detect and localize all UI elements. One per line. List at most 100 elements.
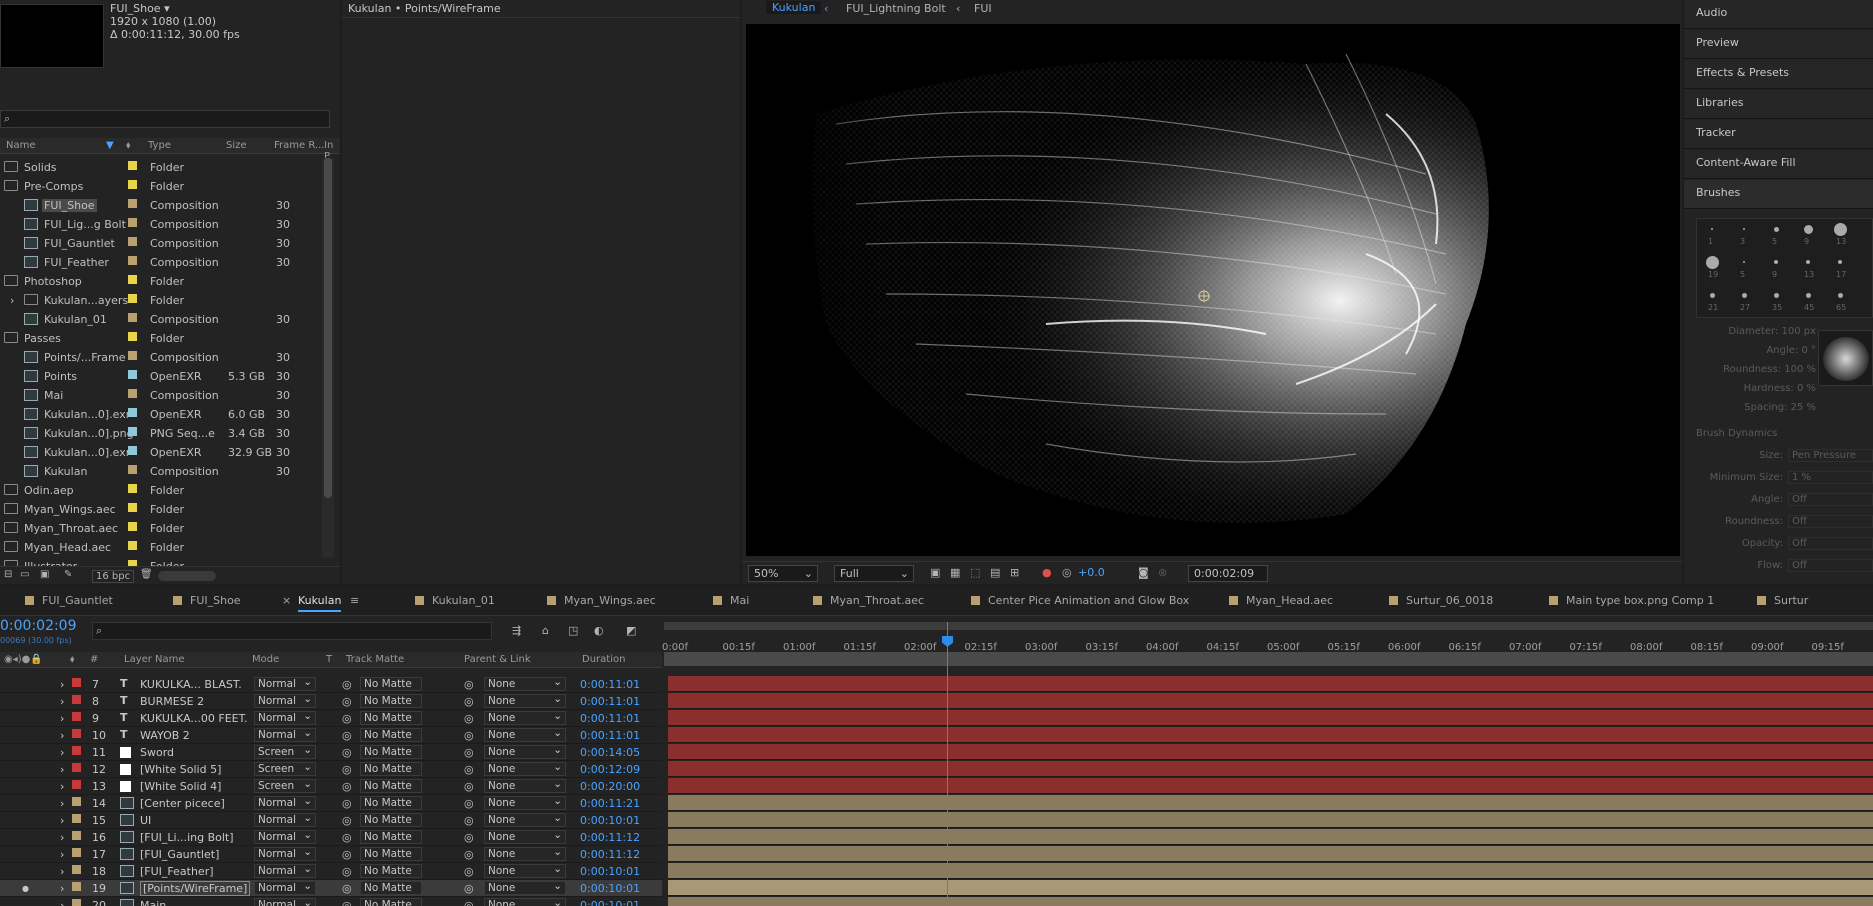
layer-label-swatch[interactable]: [72, 797, 81, 806]
work-area-bar[interactable]: [664, 622, 1873, 630]
col-mode[interactable]: Mode: [252, 654, 279, 665]
label-swatch[interactable]: [128, 484, 137, 493]
expand-chevron-icon[interactable]: ›: [10, 294, 14, 307]
label-swatch[interactable]: [128, 332, 137, 341]
layer-label-swatch[interactable]: [72, 729, 81, 738]
blend-mode-select[interactable]: Normal ⌄: [254, 812, 316, 827]
time-navigator[interactable]: [664, 652, 1873, 666]
expand-chevron-icon[interactable]: ›: [60, 746, 64, 759]
timeline-tab[interactable]: Myan_Wings.aec: [564, 594, 656, 607]
layer-duration[interactable]: 0:00:11:21: [580, 797, 640, 810]
parent-select[interactable]: None ⌄: [484, 744, 566, 759]
parent-select[interactable]: None ⌄: [484, 693, 566, 708]
project-item[interactable]: Kukulan...0].png PNG Seq...e 3.4 GB 30: [0, 424, 322, 443]
matte-link-icon[interactable]: ◎: [342, 729, 352, 742]
expand-chevron-icon[interactable]: ›: [60, 695, 64, 708]
brush-prop-value[interactable]: 25 %: [1791, 402, 1816, 413]
parent-select[interactable]: None ⌄: [484, 880, 566, 895]
parent-select[interactable]: None ⌄: [484, 812, 566, 827]
close-icon[interactable]: ×: [282, 594, 291, 607]
parent-pickwhip-icon[interactable]: ◎: [464, 882, 474, 895]
label-swatch[interactable]: [128, 408, 137, 417]
draft-3d-icon[interactable]: ⌂: [542, 624, 549, 637]
layer-name[interactable]: [Center picece]: [140, 797, 225, 810]
matte-link-icon[interactable]: ◎: [342, 865, 352, 878]
layer-row[interactable]: 18 › [FUI_Feather] Normal ⌄ ◎ No Matte ◎ None ⌄ 0…: [0, 863, 662, 880]
track-matte-select[interactable]: No Matte: [360, 728, 422, 742]
parent-select[interactable]: None ⌄: [484, 795, 566, 810]
brush-dynamic-select[interactable]: Off: [1788, 537, 1873, 550]
project-item[interactable]: Myan_Wings.aec Folder: [0, 500, 322, 519]
timeline-tab[interactable]: FUI_Gauntlet: [42, 594, 113, 607]
layer-duration[interactable]: 0:00:10:01: [580, 882, 640, 895]
mask-path-icon[interactable]: ⬚: [970, 566, 980, 579]
track-matte-select[interactable]: No Matte: [360, 745, 422, 759]
brush-dynamic-select[interactable]: Off: [1788, 515, 1873, 528]
resolution-select[interactable]: Full ⌄: [834, 565, 914, 582]
layer-duration-bar[interactable]: [668, 710, 1873, 726]
project-item[interactable]: Photoshop Folder: [0, 272, 322, 291]
parent-pickwhip-icon[interactable]: ◎: [464, 746, 474, 759]
brush-prop-value[interactable]: 0 %: [1797, 383, 1816, 394]
frame-blending-icon[interactable]: ◐: [594, 624, 604, 637]
project-item[interactable]: Kukulan_01 Composition 30: [0, 310, 322, 329]
layer-name[interactable]: KUKULKA... BLAST.: [140, 678, 242, 691]
col-t[interactable]: T: [326, 654, 332, 665]
layer-row[interactable]: 9 › T KUKULKA...00 FEET. Normal ⌄ ◎ No Matte ◎ N…: [0, 710, 662, 727]
project-item[interactable]: Kukulan...0].exr OpenEXR 32.9 GB 30: [0, 443, 322, 462]
blend-mode-select[interactable]: Screen ⌄: [254, 778, 316, 793]
blend-mode-select[interactable]: Normal ⌄: [254, 829, 316, 844]
layer-duration-bar[interactable]: [668, 863, 1873, 879]
current-time[interactable]: 0:00:02:09: [0, 618, 77, 634]
layer-label-swatch[interactable]: [72, 831, 81, 840]
layer-duration[interactable]: 0:00:12:09: [580, 763, 640, 776]
project-hscroll[interactable]: [158, 571, 216, 581]
expand-chevron-icon[interactable]: ›: [60, 848, 64, 861]
label-swatch[interactable]: [128, 294, 137, 303]
blend-mode-select[interactable]: Normal ⌄: [254, 727, 316, 742]
matte-link-icon[interactable]: ◎: [342, 797, 352, 810]
label-swatch[interactable]: [128, 465, 137, 474]
matte-link-icon[interactable]: ◎: [342, 780, 352, 793]
track-matte-select[interactable]: No Matte: [360, 864, 422, 878]
label-swatch[interactable]: [128, 237, 137, 246]
interpret-footage-icon[interactable]: ⊟: [4, 569, 12, 580]
shy-layers-icon[interactable]: ◳: [568, 624, 578, 637]
layer-name[interactable]: WAYOB 2: [140, 729, 190, 742]
blend-mode-select[interactable]: Normal ⌄: [254, 863, 316, 878]
new-folder-icon[interactable]: ▭: [20, 569, 29, 580]
composition-flowchart-icon[interactable]: ⇶: [512, 624, 521, 637]
composition-canvas[interactable]: [746, 24, 1680, 556]
panel-effects-presets[interactable]: Effects & Presets: [1684, 60, 1873, 89]
expand-chevron-icon[interactable]: ›: [60, 780, 64, 793]
layer-label-swatch[interactable]: [72, 899, 81, 906]
layer-label-swatch[interactable]: [72, 865, 81, 874]
parent-select[interactable]: None ⌄: [484, 727, 566, 742]
label-swatch[interactable]: [128, 427, 137, 436]
blend-mode-select[interactable]: Screen ⌄: [254, 761, 316, 776]
label-swatch[interactable]: [128, 541, 137, 550]
parent-select[interactable]: None ⌄: [484, 778, 566, 793]
col-parent[interactable]: Parent & Link: [464, 654, 531, 665]
brush-tip[interactable]: [1705, 255, 1719, 269]
brush-tip[interactable]: [1773, 226, 1779, 232]
show-snapshot-icon[interactable]: ⊗: [1158, 566, 1167, 579]
layer-label-swatch[interactable]: [72, 814, 81, 823]
layer-row[interactable]: 14 › [Center picece] Normal ⌄ ◎ No Matte ◎ None…: [0, 795, 662, 812]
brush-tip[interactable]: [1837, 292, 1843, 298]
project-item[interactable]: FUI_Feather Composition 30: [0, 253, 322, 272]
expand-chevron-icon[interactable]: ›: [60, 729, 64, 742]
brush-dynamic-select[interactable]: 1 %: [1788, 471, 1873, 484]
label-swatch[interactable]: [128, 218, 137, 227]
label-swatch[interactable]: [128, 522, 137, 531]
track-matte-select[interactable]: No Matte: [360, 813, 422, 827]
parent-pickwhip-icon[interactable]: ◎: [464, 797, 474, 810]
brush-tip[interactable]: [1773, 292, 1779, 298]
panel-libraries[interactable]: Libraries: [1684, 90, 1873, 119]
brush-icon[interactable]: ✎: [64, 569, 72, 580]
expand-chevron-icon[interactable]: ›: [60, 831, 64, 844]
layer-duration-bar[interactable]: [668, 778, 1873, 794]
label-swatch[interactable]: [128, 370, 137, 379]
track-matte-select[interactable]: No Matte: [360, 898, 422, 906]
col-layer-name[interactable]: Layer Name: [124, 654, 185, 665]
